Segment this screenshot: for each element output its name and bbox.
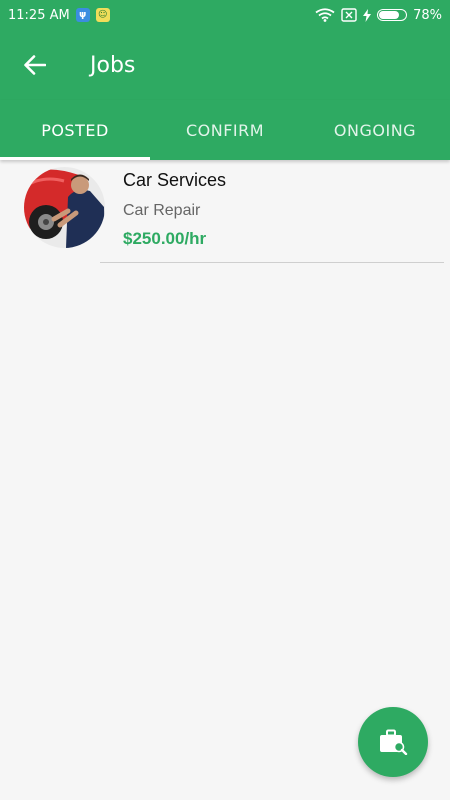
usb-notification-icon: ψ [75, 8, 90, 22]
wifi-icon [315, 8, 335, 22]
status-bar-left: 11:25 AM ψ ☺ [8, 8, 110, 23]
job-rate: $250.00/hr [123, 229, 207, 248]
job-avatar [24, 167, 105, 248]
tab-label: CONFIRM [185, 120, 265, 140]
status-bar-right: 78% [315, 8, 442, 23]
status-bar: 11:25 AM ψ ☺ 78% [0, 0, 450, 30]
job-title: Car Services [123, 170, 227, 190]
tab-ongoing[interactable]: ONGOING [300, 100, 450, 160]
job-list: Car Services Car Repair $250.00/hr [0, 160, 450, 268]
tab-label: ONGOING [333, 120, 417, 140]
arrow-left-icon [24, 55, 46, 75]
tab-label: POSTED [41, 120, 109, 140]
battery-level-fill [379, 11, 400, 19]
find-jobs-fab[interactable] [358, 707, 428, 777]
job-list-item[interactable]: Car Services Car Repair $250.00/hr [0, 160, 450, 268]
back-button[interactable] [15, 45, 55, 85]
mechanic-photo-icon [24, 167, 105, 248]
battery-icon [377, 9, 408, 21]
battery-percentage: 78% [413, 7, 442, 23]
no-sim-icon [341, 8, 357, 22]
briefcase-search-icon [380, 729, 408, 755]
android-notification-icon: ☺ [95, 8, 110, 22]
jobs-screen: 11:25 AM ψ ☺ 78% Jobs POSTED CONFIRM ONG… [0, 0, 450, 800]
page-title: Jobs [90, 52, 136, 78]
charging-icon [363, 8, 372, 22]
tab-confirm[interactable]: CONFIRM [150, 100, 300, 160]
job-category: Car Repair [123, 202, 201, 219]
tab-bar: POSTED CONFIRM ONGOING [0, 100, 450, 160]
tab-posted[interactable]: POSTED [0, 100, 150, 160]
app-bar: Jobs [0, 30, 450, 100]
list-divider [100, 262, 444, 263]
status-time: 11:25 AM [8, 7, 70, 23]
